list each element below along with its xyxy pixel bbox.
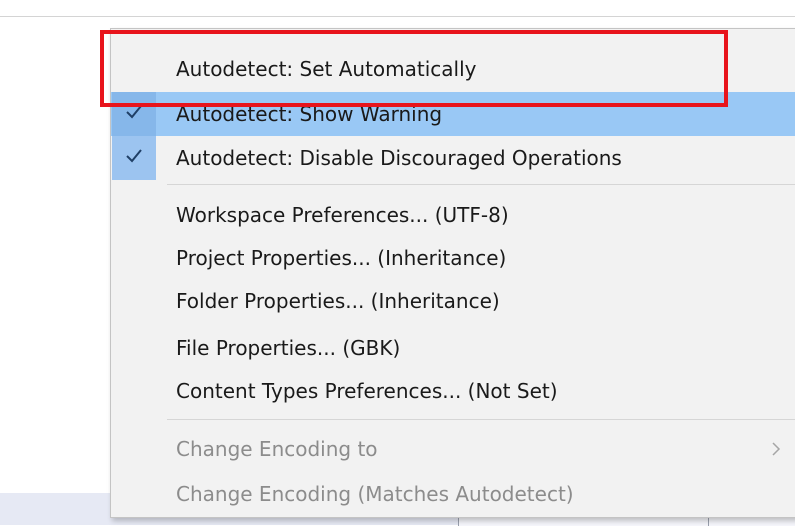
- menu-item-label: Change Encoding (Matches Autodetect): [176, 482, 574, 506]
- menu-item-label: Autodetect: Disable Discouraged Operatio…: [176, 146, 622, 170]
- menu-item-label: Content Types Preferences... (Not Set): [176, 379, 558, 403]
- menu-item-autodetect-set-automatically[interactable]: Autodetect: Set Automatically: [111, 47, 795, 91]
- encoding-context-menu: Autodetect: Set Automatically Autodetect…: [110, 28, 795, 518]
- check-indicator: [112, 92, 156, 136]
- menu-item-change-encoding-matches-autodetect[interactable]: Change Encoding (Matches Autodetect): [111, 472, 795, 516]
- menu-item-folder-properties[interactable]: Folder Properties... (Inheritance): [111, 279, 795, 323]
- window-top-border: [0, 16, 795, 17]
- menu-item-label: Autodetect: Show Warning: [176, 102, 443, 126]
- menu-separator: [167, 419, 795, 420]
- menu-item-label: File Properties... (GBK): [176, 336, 401, 360]
- menu-item-content-types-preferences[interactable]: Content Types Preferences... (Not Set): [111, 369, 795, 413]
- menu-separator: [167, 184, 795, 185]
- menu-item-label: Workspace Preferences... (UTF-8): [176, 203, 509, 227]
- chevron-right-icon: [772, 442, 781, 456]
- menu-item-autodetect-show-warning[interactable]: Autodetect: Show Warning: [111, 92, 795, 136]
- check-icon: [126, 149, 142, 163]
- menu-item-workspace-preferences[interactable]: Workspace Preferences... (UTF-8): [111, 193, 795, 237]
- menu-item-file-properties[interactable]: File Properties... (GBK): [111, 326, 795, 370]
- check-indicator: [112, 136, 156, 180]
- menu-item-label: Change Encoding to: [176, 437, 378, 461]
- menu-item-project-properties[interactable]: Project Properties... (Inheritance): [111, 236, 795, 280]
- menu-item-autodetect-disable-discouraged-operations[interactable]: Autodetect: Disable Discouraged Operatio…: [111, 136, 795, 180]
- menu-item-label: Folder Properties... (Inheritance): [176, 289, 500, 313]
- menu-item-label: Project Properties... (Inheritance): [176, 246, 507, 270]
- menu-item-change-encoding-to[interactable]: Change Encoding to: [111, 427, 795, 471]
- menu-item-label: Autodetect: Set Automatically: [176, 57, 477, 81]
- check-icon: [126, 105, 142, 119]
